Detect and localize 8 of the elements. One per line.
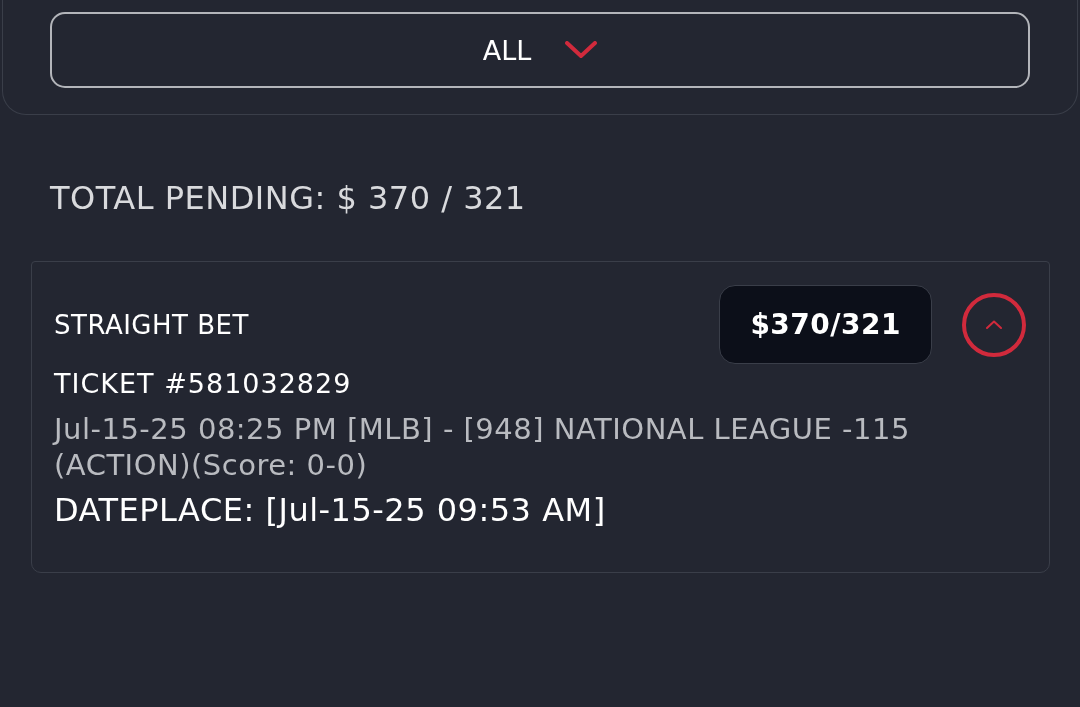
filter-dropdown[interactable]: ALL xyxy=(50,12,1030,88)
collapse-button[interactable] xyxy=(962,292,1026,357)
total-pending-text: TOTAL PENDING: $ 370 / 321 xyxy=(50,178,527,218)
bet-type: STRAIGHT BET xyxy=(54,308,250,342)
amount-badge: $370/321 xyxy=(719,285,932,364)
ticket-number: TICKET #581032829 xyxy=(54,367,353,401)
date-placed: DATEPLACE: [Jul-15-25 09:53 AM] xyxy=(54,491,607,529)
bet-description: Jul-15-25 08:25 PM [MLB] - [948] NATIONAL LEAGUE -115 (ACTION)(Score: 0-0) xyxy=(54,411,911,483)
